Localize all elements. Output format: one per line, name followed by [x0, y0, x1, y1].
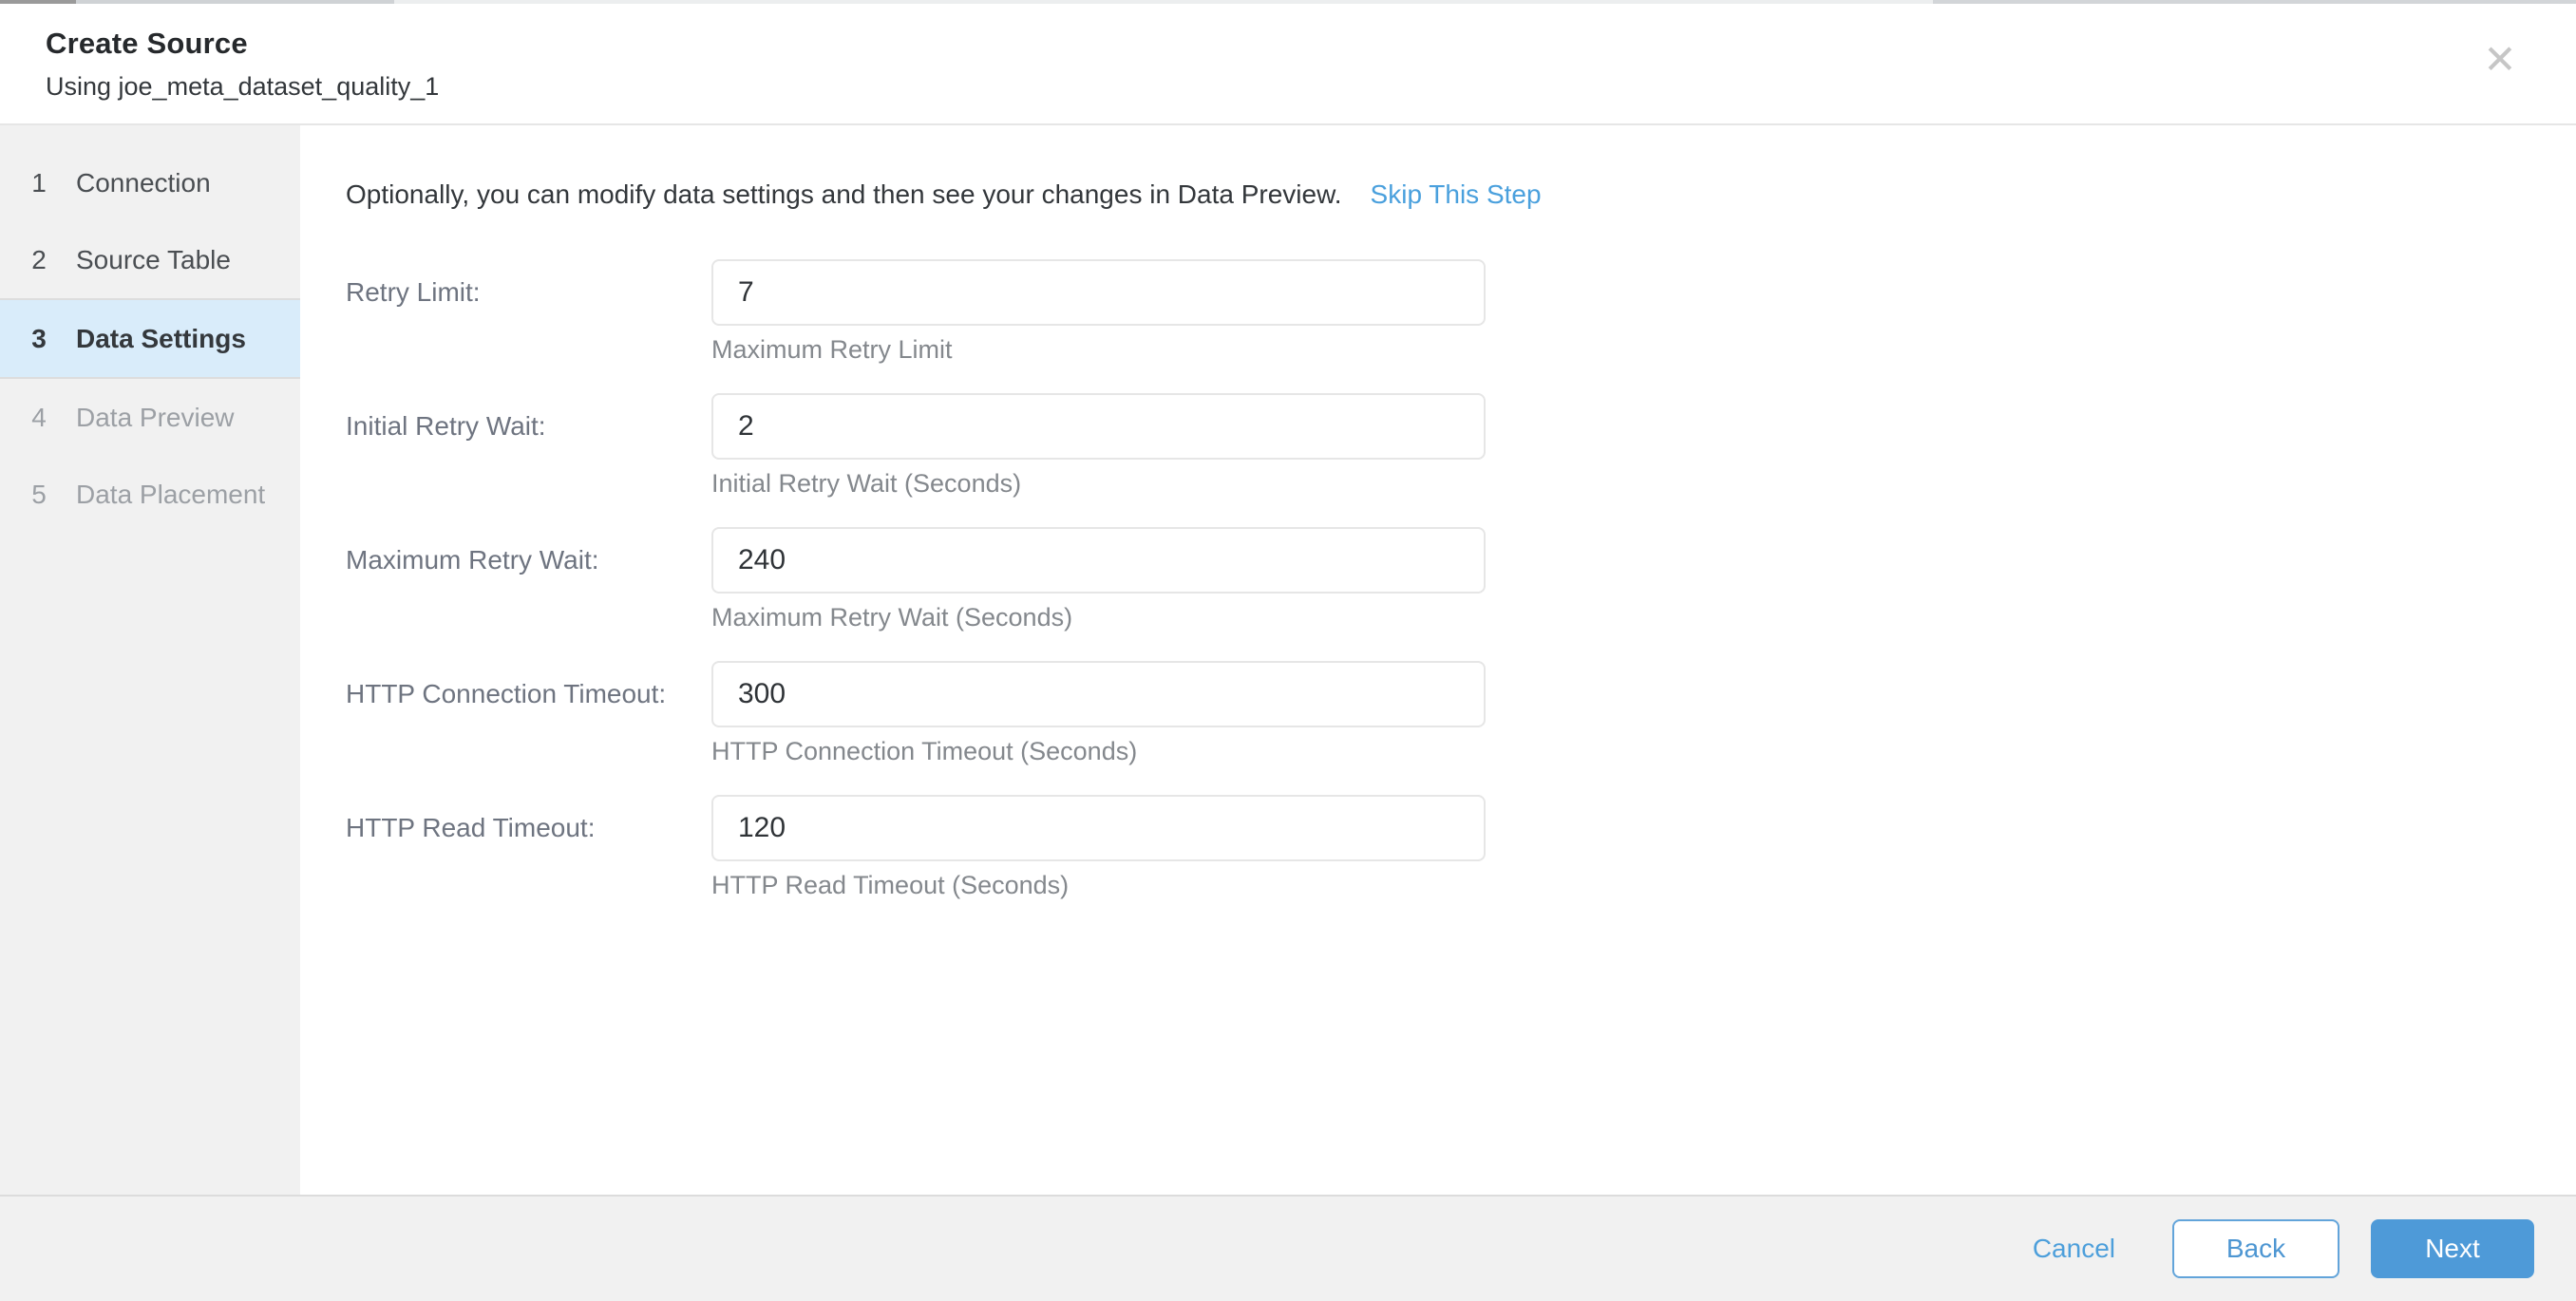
step-item-source-table[interactable]: 2 Source Table — [0, 221, 300, 298]
step-number: 4 — [31, 402, 47, 432]
step-label: Data Settings — [76, 323, 246, 353]
step-number: 2 — [31, 244, 47, 274]
intro-row: Optionally, you can modify data settings… — [346, 179, 2576, 211]
field-row-http-connection-timeout: HTTP Connection Timeout: HTTP Connection… — [346, 661, 2576, 767]
field-label: Initial Retry Wait: — [346, 411, 546, 441]
http-read-timeout-input[interactable] — [711, 795, 1486, 861]
back-button[interactable]: Back — [2172, 1219, 2339, 1278]
field-row-retry-limit: Retry Limit: Maximum Retry Limit — [346, 259, 2576, 366]
skip-this-step-link[interactable]: Skip This Step — [1371, 179, 1542, 209]
dialog-subtitle: Using joe_meta_dataset_quality_1 — [46, 72, 440, 101]
step-item-data-preview[interactable]: 4 Data Preview — [0, 379, 300, 456]
dialog-header: Create Source Using joe_meta_dataset_qua… — [0, 4, 2576, 125]
field-row-maximum-retry-wait: Maximum Retry Wait: Maximum Retry Wait (… — [346, 527, 2576, 633]
intro-text: Optionally, you can modify data settings… — [346, 179, 1342, 209]
dialog-body: 1 Connection 2 Source Table 3 Data Setti… — [0, 125, 2576, 1195]
step-item-data-settings[interactable]: 3 Data Settings — [0, 298, 300, 379]
step-label: Data Placement — [76, 479, 266, 509]
field-helper-text: Initial Retry Wait (Seconds) — [711, 469, 1022, 498]
dialog-title: Create Source — [46, 27, 248, 60]
step-number: 5 — [31, 479, 47, 509]
http-connection-timeout-input[interactable] — [711, 661, 1486, 727]
field-helper-text: Maximum Retry Limit — [711, 335, 953, 364]
field-row-initial-retry-wait: Initial Retry Wait: Initial Retry Wait (… — [346, 393, 2576, 500]
step-item-data-placement[interactable]: 5 Data Placement — [0, 456, 300, 533]
next-button[interactable]: Next — [2371, 1219, 2534, 1278]
field-helper-text: Maximum Retry Wait (Seconds) — [711, 603, 1073, 632]
step-label: Data Preview — [76, 402, 235, 432]
field-label: HTTP Read Timeout: — [346, 813, 596, 842]
maximum-retry-wait-input[interactable] — [711, 527, 1486, 594]
field-label: HTTP Connection Timeout: — [346, 679, 667, 708]
cancel-button[interactable]: Cancel — [2033, 1234, 2115, 1264]
data-settings-panel: Optionally, you can modify data settings… — [300, 125, 2576, 1195]
field-label: Retry Limit: — [346, 277, 481, 307]
retry-limit-input[interactable] — [711, 259, 1486, 326]
initial-retry-wait-input[interactable] — [711, 393, 1486, 460]
step-label: Connection — [76, 167, 211, 198]
step-number: 3 — [31, 323, 47, 353]
field-helper-text: HTTP Read Timeout (Seconds) — [711, 871, 1070, 899]
step-item-connection[interactable]: 1 Connection — [0, 144, 300, 221]
wizard-steps-sidebar: 1 Connection 2 Source Table 3 Data Setti… — [0, 125, 300, 1195]
close-icon[interactable]: ✕ — [2473, 32, 2527, 85]
field-helper-text: HTTP Connection Timeout (Seconds) — [711, 737, 1138, 765]
dialog-footer: Cancel Back Next — [0, 1195, 2576, 1301]
step-number: 1 — [31, 167, 47, 198]
field-row-http-read-timeout: HTTP Read Timeout: HTTP Read Timeout (Se… — [346, 795, 2576, 901]
step-label: Source Table — [76, 244, 231, 274]
field-label: Maximum Retry Wait: — [346, 545, 599, 575]
